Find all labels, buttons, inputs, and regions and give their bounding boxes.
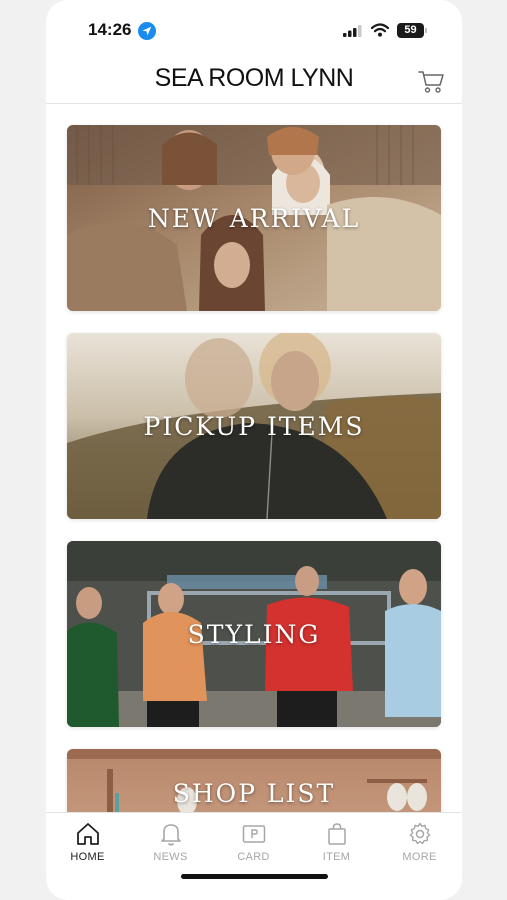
card-icon [242, 825, 265, 843]
cart-icon[interactable] [416, 66, 446, 96]
tab-item-label: ITEM [322, 851, 351, 863]
brand-logo: SEA ROOM LYNN [154, 64, 354, 92]
cellular-signal-icon [343, 25, 362, 37]
home-icon [76, 823, 99, 845]
status-bar: 14:26 59 [46, 0, 462, 60]
tab-news-label: NEWS [153, 851, 188, 863]
tab-bar: HOME NEWS CARD ITEM MORE [46, 812, 462, 900]
gear-icon [409, 822, 430, 845]
battery-icon: 59 [397, 23, 427, 38]
banner-pickup-items[interactable]: PICKUP ITEMS [67, 333, 441, 519]
banner-shop-list[interactable]: SHOP LIST [67, 749, 441, 812]
battery-level: 59 [404, 24, 417, 36]
banner-label-pickup-items: PICKUP ITEMS [143, 411, 365, 441]
banner-label-new-arrival: NEW ARRIVAL [147, 203, 361, 233]
wifi-icon [371, 23, 389, 37]
tab-more-label: MORE [402, 851, 437, 863]
shopping-bag-icon [327, 823, 346, 845]
tab-home-label: HOME [70, 851, 105, 863]
tab-card-label: CARD [237, 851, 270, 863]
app-header: SEA ROOM LYNN [46, 60, 462, 104]
banner-label-styling: STYLING [187, 619, 321, 649]
tab-item[interactable]: ITEM [295, 821, 378, 871]
battery-cap [425, 28, 427, 33]
home-content: NEW ARRIVAL PICKUP ITEMS STYLING SHOP LI… [46, 104, 462, 812]
tab-home[interactable]: HOME [46, 821, 129, 871]
tab-card[interactable]: CARD [212, 821, 295, 871]
home-indicator [181, 874, 328, 879]
tab-news[interactable]: NEWS [129, 821, 212, 871]
banner-styling[interactable]: STYLING [67, 541, 441, 727]
banner-new-arrival[interactable]: NEW ARRIVAL [67, 125, 441, 311]
location-arrow-icon [138, 22, 156, 40]
status-time: 14:26 [88, 20, 132, 39]
phone-screen: 14:26 59 SEA ROOM LYNN NEW ARRIVAL PICKU… [46, 0, 462, 900]
tab-more[interactable]: MORE [378, 821, 461, 871]
bell-icon [160, 824, 181, 846]
banner-label-shop-list: SHOP LIST [172, 779, 336, 808]
